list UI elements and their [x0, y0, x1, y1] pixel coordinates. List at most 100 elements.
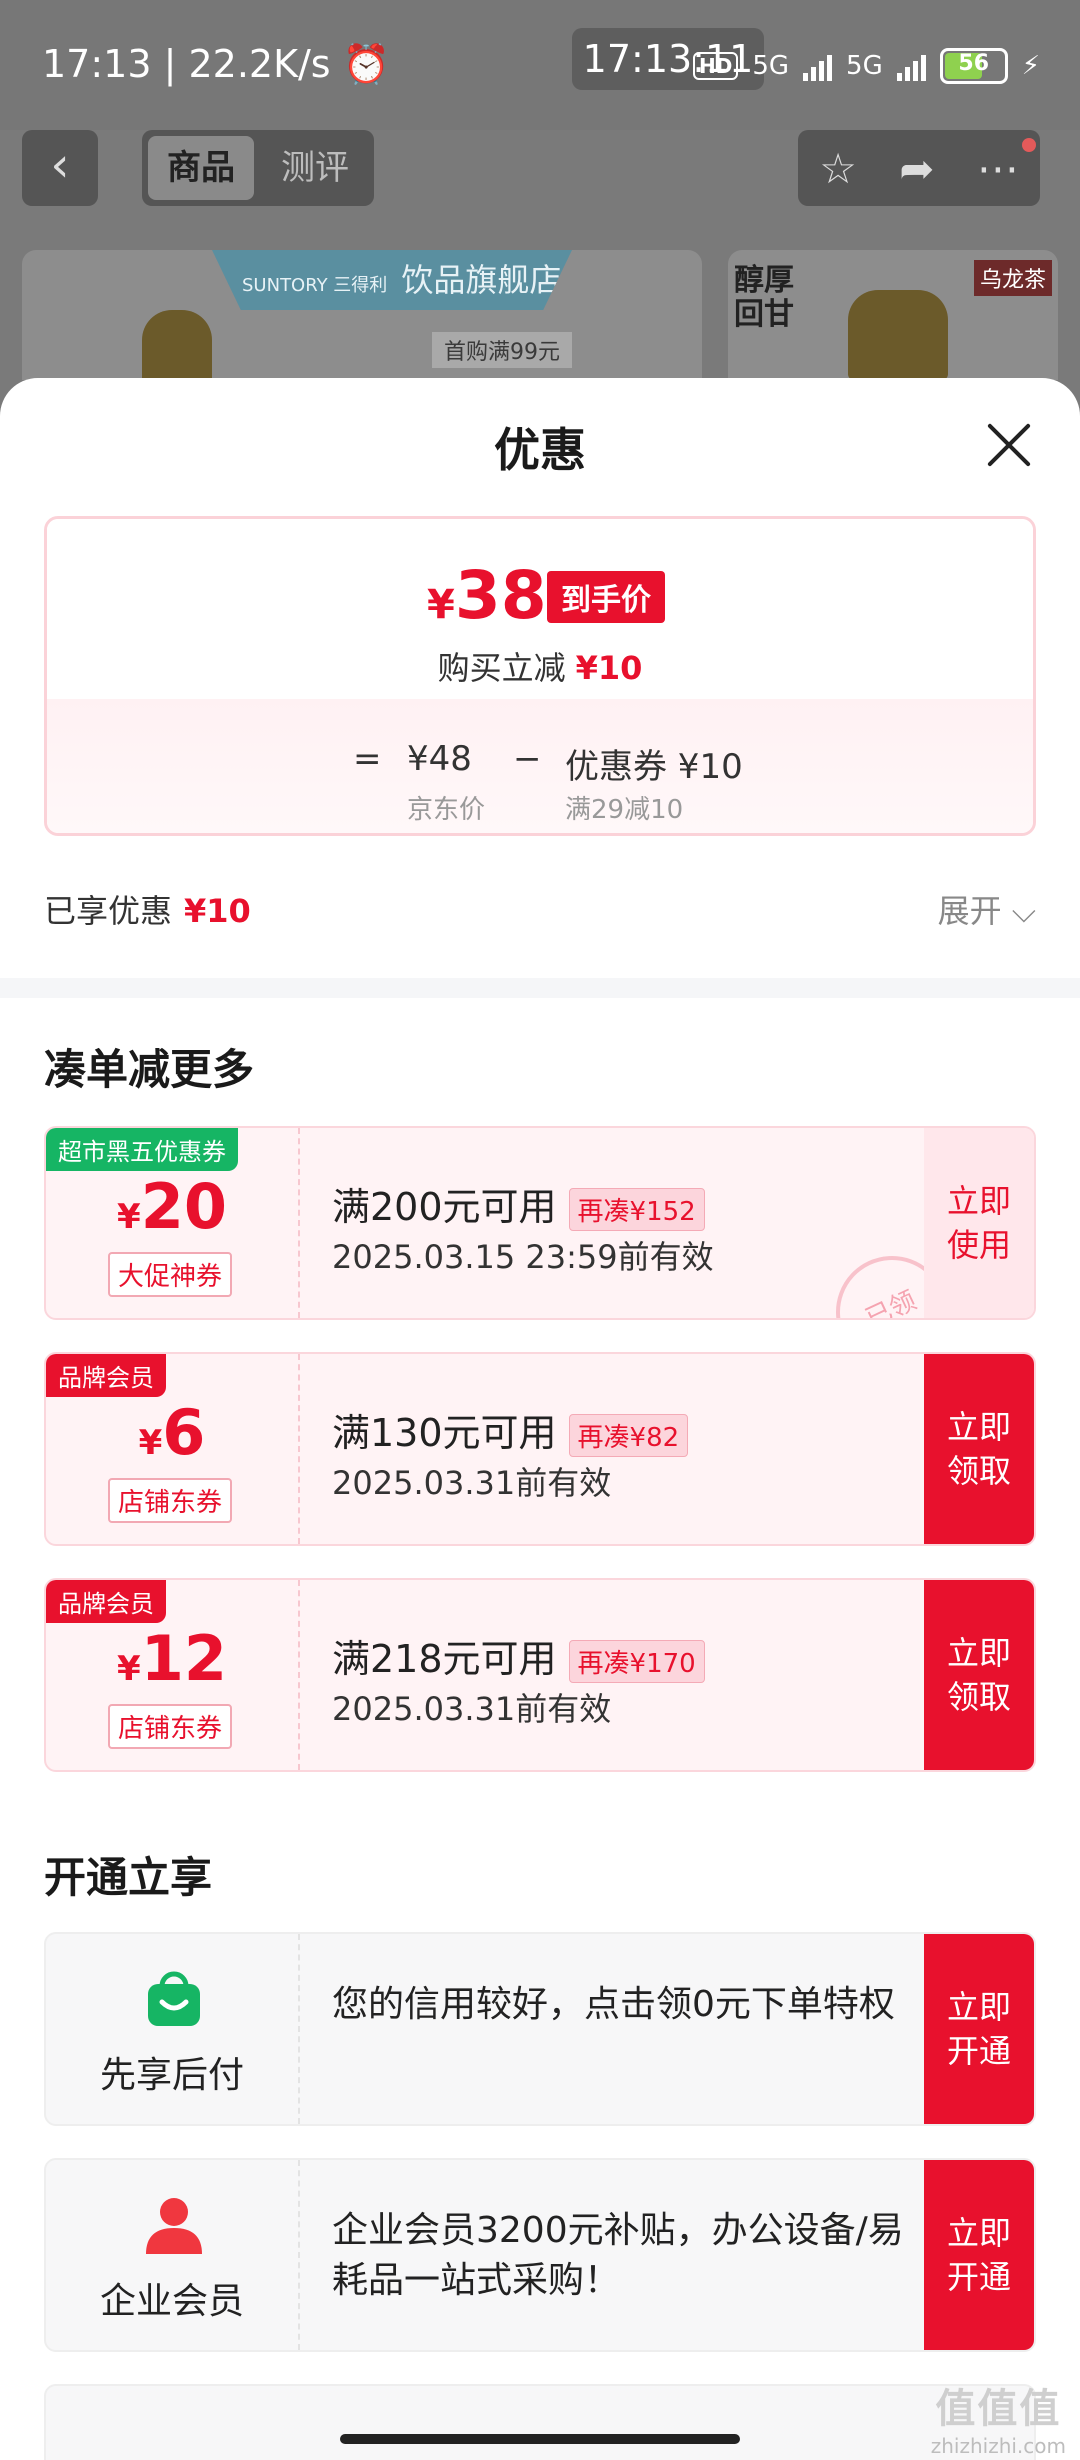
watermark: 值值值 zhizhizhi.com: [931, 2376, 1066, 2458]
action-line-1: 立即: [946, 2214, 1011, 2252]
enjoyed-discount: 已享优惠 ¥10: [44, 886, 251, 932]
action-line-1: 立即: [946, 1408, 1011, 1446]
coupon-need-badge: 再凑¥152: [568, 1188, 705, 1231]
action-line-2: 领取: [946, 1678, 1011, 1716]
store-tag: SUNTORY 三得利 饮品旗舰店: [212, 250, 572, 310]
final-price-value: 38: [454, 557, 547, 634]
service-description: 您的信用较好，点击领0元下单特权: [332, 1984, 895, 2025]
product-bottle-image-2: [848, 290, 948, 380]
sheet-title: 优惠: [494, 423, 586, 477]
coupon-amount-value: 6: [162, 1396, 206, 1469]
coupon-label: 品牌会员: [46, 1580, 166, 1623]
enjoyed-label: 已享优惠: [44, 892, 173, 930]
claim-now-button[interactable]: 立即 领取: [924, 1580, 1034, 1770]
network-5g-label-2: 5G: [846, 51, 883, 81]
coupon-need-badge: 再凑¥82: [568, 1414, 689, 1457]
currency-symbol: ¥: [427, 582, 455, 628]
coupon-kind: 店铺东券: [108, 1704, 233, 1749]
coupon-condition: 满200元可用 再凑¥152: [332, 1176, 705, 1231]
service-card-partial: [44, 2384, 1036, 2460]
status-time-speed: 17:13 | 22.2K/s ⏰: [42, 42, 390, 86]
coupon-condition-text: 满130元可用: [332, 1411, 557, 1455]
watermark-logo: 值值值: [935, 2386, 1062, 2432]
brand-logo-text: SUNTORY 三得利: [242, 275, 388, 296]
store-banner[interactable]: SUNTORY 三得利 饮品旗舰店 首购满99元: [22, 250, 702, 380]
person-icon: [146, 2198, 202, 2254]
coupon-need-badge: 再凑¥170: [568, 1640, 705, 1683]
coupon-value-area: 超市黑五优惠券 ¥20 大促神券: [46, 1128, 300, 1318]
product-banner[interactable]: 醇厚 回甘 乌龙茶: [728, 250, 1058, 380]
coupon-validity: 2025.03.31前有效: [332, 1690, 612, 1728]
back-button[interactable]: ‹: [22, 130, 98, 206]
battery-icon: 56: [939, 48, 1008, 84]
charging-icon: ⚡: [1021, 51, 1040, 81]
tab-reviews[interactable]: 测评: [262, 136, 368, 200]
final-price-tag: 到手价: [547, 571, 665, 623]
coupon-amount: ¥12: [46, 1622, 298, 1695]
jd-price-label: 京东价: [407, 795, 486, 825]
coupon-kind: 大促神券: [108, 1252, 233, 1297]
activate-button[interactable]: 立即 开通: [924, 2160, 1034, 2350]
action-line-1: 立即: [946, 1988, 1011, 2026]
reduce-label: 购买立减: [437, 649, 566, 687]
product-top-nav: ‹ 商品 测评 ☆ ➦ ⋯: [0, 130, 1080, 250]
action-line-1: 立即: [946, 1182, 1011, 1220]
coupon-condition: 满218元可用 再凑¥170: [332, 1628, 705, 1683]
action-line-2: 开通: [946, 2032, 1011, 2070]
coupon-validity: 2025.03.31前有效: [332, 1464, 612, 1502]
status-bar: 17:13 | 22.2K/s ⏰ 17:13:11 HD 5G 5G 56 ⚡: [0, 0, 1080, 130]
coupon-amount: ¥6: [46, 1396, 298, 1469]
service-description: 企业会员3200元补贴，办公设备/易耗品一站式采购！: [332, 2210, 904, 2301]
claim-now-button[interactable]: 立即 领取: [924, 1354, 1034, 1544]
section-title-more: 凑单减更多: [44, 1045, 255, 1094]
coupon-condition-text: 满218元可用: [332, 1637, 557, 1681]
more-icon[interactable]: ⋯: [977, 144, 1019, 193]
coupon-condition-text: 满200元可用: [332, 1185, 557, 1229]
service-name: 先享后付: [99, 2055, 244, 2096]
hd-icon: HD: [692, 52, 739, 80]
coupon-amount: ¥20: [46, 1170, 298, 1243]
service-name: 企业会员: [99, 2281, 244, 2322]
buy-reduce: 购买立减 ¥10: [47, 643, 1033, 689]
activate-button[interactable]: 立即 开通: [924, 1934, 1034, 2124]
use-now-button[interactable]: 立即 使用: [924, 1128, 1034, 1318]
section-title-open: 开通立享: [44, 1853, 213, 1902]
star-icon[interactable]: ☆: [819, 144, 857, 193]
status-indicators: HD 5G 5G 56 ⚡: [692, 48, 1040, 84]
coupon-card: 品牌会员 ¥6 店铺东券 满130元可用 再凑¥82 2025.03.31前有效 …: [44, 1352, 1036, 1546]
equals-sign: =: [353, 739, 382, 779]
share-icon[interactable]: ➦: [899, 144, 934, 193]
reduce-value: ¥10: [575, 649, 643, 687]
final-price: ¥38: [427, 557, 547, 634]
action-line-2: 使用: [946, 1226, 1011, 1264]
coupon-card: 品牌会员 ¥12 店铺东券 满218元可用 再凑¥170 2025.03.31前有…: [44, 1578, 1036, 1772]
watermark-url: zhizhizhi.com: [930, 2434, 1066, 2458]
section-divider: [0, 978, 1080, 998]
coupon-label: 超市黑五优惠券: [46, 1128, 238, 1171]
coupon-rule: 满29减10: [565, 795, 684, 825]
signal-icon: [803, 51, 833, 81]
enjoyed-value: ¥10: [184, 892, 251, 930]
product-bottle-image: [142, 310, 212, 380]
coupon-validity: 2025.03.15 23:59前有效: [332, 1238, 714, 1276]
network-5g-label: 5G: [752, 51, 790, 81]
service-icon-area: 先享后付: [46, 1934, 300, 2124]
minus-sign: −: [513, 739, 542, 779]
tab-goods[interactable]: 商品: [148, 136, 254, 200]
currency-symbol: ¥: [138, 1423, 163, 1463]
store-name: 饮品旗舰店: [401, 261, 562, 299]
signal-icon-2: [896, 51, 926, 81]
expand-button[interactable]: 展开 ⌵: [938, 886, 1036, 932]
coupon-deduction: 优惠券 ¥10: [565, 747, 743, 787]
home-indicator[interactable]: [340, 2434, 740, 2444]
battery-level: 56: [958, 51, 990, 76]
nav-actions: ☆ ➦ ⋯: [798, 130, 1040, 206]
jd-price: ¥48: [407, 739, 472, 779]
oolong-logo: 乌龙茶: [973, 260, 1052, 296]
action-line-1: 立即: [946, 1634, 1011, 1672]
action-line-2: 开通: [946, 2258, 1011, 2296]
product-tabs: 商品 测评: [142, 130, 374, 206]
close-icon[interactable]: [984, 420, 1034, 470]
currency-symbol: ¥: [117, 1197, 141, 1237]
service-card: 企业会员 企业会员3200元补贴，办公设备/易耗品一站式采购！ 立即开通: [44, 2158, 1036, 2352]
